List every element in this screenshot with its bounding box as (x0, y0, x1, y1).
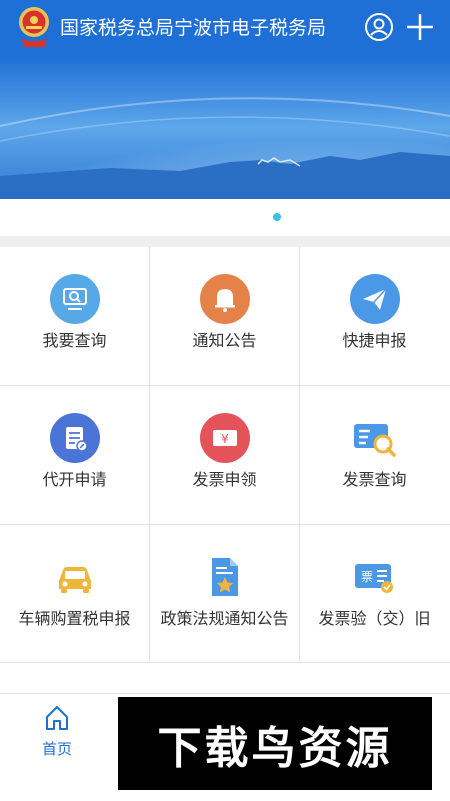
svg-text:¥: ¥ (221, 432, 229, 446)
grid-item-invoice-query[interactable]: 发票查询 (300, 386, 449, 524)
grid-item-invoice-verify[interactable]: 票 发票验（交）旧 (300, 525, 449, 663)
grid-item-label: 通知公告 (192, 331, 257, 350)
car-icon (58, 567, 91, 593)
grid-item-label: 车辆购置税申报 (18, 609, 131, 628)
grid-item-label: 政策法规通知公告 (160, 609, 289, 628)
watermark: 下载鸟资源 (118, 697, 432, 790)
tab-home[interactable]: 首页 (30, 700, 84, 766)
function-grid: 我要查询 通知公告 快捷申报 代开申请 ¥ 发票申领 发票查询 车辆购置税申报 … (0, 247, 450, 663)
grid-item-issue-apply[interactable]: 代开申请 (0, 386, 149, 524)
carousel-indicator-bar (0, 199, 450, 236)
page-title: 国家税务总局宁波市电子税务局 (60, 17, 327, 39)
banner-carousel[interactable] (0, 56, 450, 199)
bell-icon (199, 274, 250, 324)
grid-item-label: 我要查询 (42, 331, 107, 350)
section-divider (0, 236, 450, 247)
grid-item-query[interactable]: 我要查询 (0, 247, 149, 385)
search-monitor-icon (49, 274, 100, 324)
grid-item-invoice-apply[interactable]: ¥ 发票申领 (150, 386, 299, 524)
content-spacer (0, 663, 450, 693)
invoice-verify-icon: 票 (354, 564, 393, 593)
grid-item-label: 发票验（交）旧 (318, 609, 431, 628)
grid-item-label: 发票申领 (192, 470, 257, 489)
tax-emblem-icon (14, 4, 54, 50)
home-icon (46, 706, 68, 730)
add-button[interactable] (403, 10, 437, 44)
invoice-search-icon (353, 424, 396, 457)
grid-item-quick-declare[interactable]: 快捷申报 (300, 247, 449, 385)
svg-text:票: 票 (360, 570, 372, 584)
user-profile-button[interactable] (362, 10, 396, 44)
paper-plane-icon (349, 274, 400, 324)
plus-icon (407, 14, 433, 40)
yuan-ticket-icon: ¥ (199, 413, 250, 463)
document-edit-icon (49, 413, 100, 463)
policy-document-icon (211, 558, 238, 596)
carousel-dot-active[interactable] (273, 213, 281, 221)
user-circle-icon (365, 13, 393, 41)
grid-item-label: 发票查询 (342, 470, 407, 489)
grid-item-label: 快捷申报 (342, 331, 407, 350)
tab-home-label: 首页 (41, 740, 72, 758)
watermark-text: 下载鸟资源 (157, 722, 393, 774)
grid-item-vehicle-tax[interactable]: 车辆购置税申报 (0, 525, 149, 663)
grid-item-label: 代开申请 (42, 470, 107, 489)
grid-item-notice[interactable]: 通知公告 (150, 247, 299, 385)
grid-item-policy-notice[interactable]: 政策法规通知公告 (150, 525, 299, 663)
